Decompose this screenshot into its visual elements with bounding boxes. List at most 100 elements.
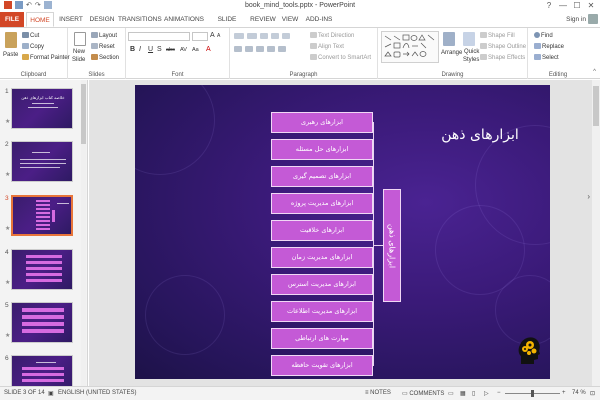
tab-home[interactable]: HOME [26,12,54,27]
tool-box-9[interactable]: مهارت های ارتباطی [271,328,373,349]
strikethrough-button[interactable]: abc [166,47,175,53]
grow-font-button[interactable]: A [210,32,215,39]
tab-add-ins[interactable]: ADD-INS [303,12,335,27]
slideshow-view-icon[interactable]: ▷ [484,390,489,397]
language-status[interactable]: ENGLISH (UNITED STATES) [58,390,136,396]
convert-smartart-button[interactable]: Convert to SmartArt [310,54,371,61]
zoom-level[interactable]: 74 % [572,390,586,396]
tool-box-8[interactable]: ابزارهای مدیریت اطلاعات [271,301,373,322]
underline-button[interactable]: U [148,46,153,53]
tab-animations[interactable]: ANIMATIONS [162,12,206,27]
shape-outline-button[interactable]: Shape Outline [480,43,526,50]
tab-design[interactable]: DESIGN [86,12,118,27]
tab-file[interactable]: FILE [0,12,24,27]
text-direction-button[interactable]: Text Direction [310,32,354,39]
maximize-button[interactable]: ☐ [570,0,584,12]
shape-effects-button[interactable]: Shape Effects [480,54,525,61]
numbering-icon[interactable] [247,33,257,39]
pane-expand-icon[interactable]: › [587,192,590,201]
reset-button[interactable]: Reset [91,43,115,50]
thumbnail-scrollbar-thumb[interactable] [81,84,86,144]
sign-in-link[interactable]: Sign in [566,16,586,23]
align-left-icon[interactable] [234,46,242,52]
tab-view[interactable]: VIEW [278,12,302,27]
arrange-button[interactable]: Arrange [441,50,462,56]
quick-styles-icon[interactable] [463,32,475,46]
font-color-button[interactable]: A [206,46,211,53]
align-right-icon[interactable] [256,46,264,52]
tool-box-7[interactable]: ابزارهای مدیریت استرس [271,274,373,295]
close-button[interactable]: ✕ [584,0,598,12]
thumbnail-scrollbar[interactable] [81,80,86,386]
minimize-button[interactable]: — [556,0,570,12]
tool-box-4[interactable]: ابزارهای مدیریت پروژه [271,193,373,214]
shrink-font-button[interactable]: A [217,33,220,39]
help-button[interactable]: ? [542,0,556,12]
arrange-icon[interactable] [443,32,455,46]
zoom-out-button[interactable]: − [497,390,501,396]
bold-button[interactable]: B [130,46,135,53]
paste-button[interactable]: Paste [3,52,18,58]
slide-thumbnail-2[interactable] [11,141,73,182]
line-spacing-icon[interactable] [282,33,290,39]
shape-fill-button[interactable]: Shape Fill [480,32,515,39]
align-text-button[interactable]: Align Text [310,43,344,50]
comments-button[interactable]: ▭ COMMENTS [402,390,444,397]
notes-button[interactable]: ≡ NOTES [365,390,391,396]
section-button[interactable]: Section [91,54,119,61]
replace-button[interactable]: Replace [534,43,564,50]
tab-slide-show[interactable]: SLIDE SHOW [207,12,247,38]
shadow-button[interactable]: S [157,46,162,53]
layout-button[interactable]: Layout [91,32,117,39]
slide-title[interactable]: ابزارهای ذهن [425,127,535,143]
cut-button[interactable]: Cut [22,32,39,39]
slide-scrollbar[interactable] [592,80,600,386]
justify-icon[interactable] [267,46,275,52]
copy-button[interactable]: Copy [22,43,44,50]
slide-scrollbar-thumb[interactable] [593,86,599,126]
slide-thumbnail-3[interactable] [11,195,73,236]
tool-box-6[interactable]: ابزارهای مدیریت زمان [271,247,373,268]
character-spacing-button[interactable]: AV [180,47,187,53]
select-button[interactable]: Select [534,54,559,61]
tool-box-5[interactable]: ابزارهای خلاقیت [271,220,373,241]
italic-button[interactable]: I [139,46,141,53]
tab-transitions[interactable]: TRANSITIONS [118,12,162,27]
paste-icon[interactable] [5,32,17,48]
slide-thumbnail-1[interactable]: خلاصه کتاب ابزارهای ذهن [11,88,73,129]
slide-sorter-icon[interactable]: ▦ [460,390,466,397]
find-button[interactable]: Find [534,32,553,39]
collapse-ribbon-icon[interactable]: ^ [593,69,596,75]
zoom-slider-knob[interactable] [531,390,534,397]
format-painter-button[interactable]: Format Painter [22,54,70,61]
new-slide-dropdown[interactable]: Slide [72,57,85,63]
columns-icon[interactable] [278,46,286,52]
avatar[interactable] [588,14,598,24]
slide-thumbnail-6[interactable] [11,355,73,386]
tool-box-2[interactable]: ابزارهای حل مسئله [271,139,373,160]
new-slide-icon[interactable] [74,32,86,46]
increase-indent-icon[interactable] [271,33,279,39]
decrease-indent-icon[interactable] [260,33,268,39]
align-center-icon[interactable] [245,46,253,52]
slide-canvas[interactable]: ابزارهای ذهن ابزارهای رهبری ابزارهای حل … [135,85,550,379]
tab-insert[interactable]: INSERT [56,12,86,27]
font-size-combo[interactable] [192,32,208,41]
zoom-in-button[interactable]: + [562,390,566,396]
normal-view-icon[interactable]: ▭ [448,390,454,397]
tool-box-3[interactable]: ابزارهای تصمیم گیری [271,166,373,187]
tool-box-1[interactable]: ابزارهای رهبری [271,112,373,133]
tab-review[interactable]: REVIEW [249,12,277,27]
font-name-combo[interactable] [128,32,190,41]
change-case-button[interactable]: Aa [192,47,199,53]
quick-styles-button[interactable]: Quick [464,49,479,55]
slide-thumbnail-4[interactable] [11,249,73,290]
vertical-label-box[interactable]: ابزارهای ذهن [383,189,401,302]
bullets-icon[interactable] [234,33,244,39]
fit-to-window-icon[interactable]: ⊡ [590,390,595,397]
tool-box-10[interactable]: ابزارهای تقویت حافظه [271,355,373,376]
shapes-gallery[interactable] [381,31,439,63]
reading-view-icon[interactable]: ▯ [472,390,475,397]
slide-thumbnail-5[interactable] [11,302,73,343]
spellcheck-icon[interactable]: ▣ [48,390,54,397]
